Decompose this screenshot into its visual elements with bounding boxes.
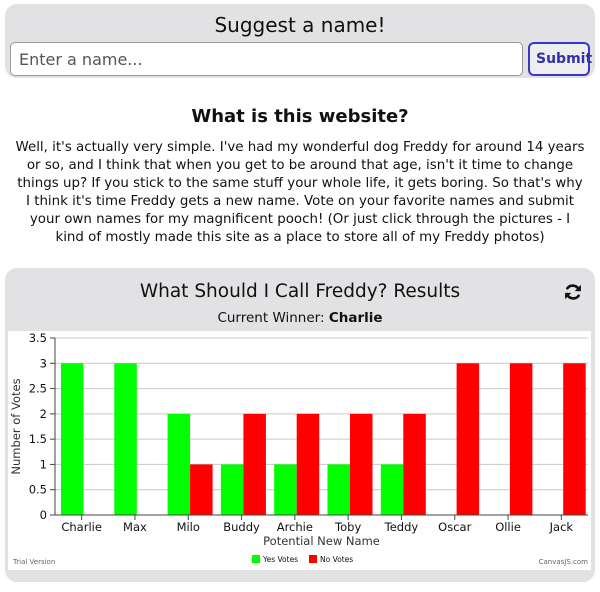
x-tick-label: Charlie — [61, 520, 102, 534]
refresh-icon[interactable] — [563, 282, 583, 302]
legend-swatch — [309, 555, 317, 563]
bar-yes-buddy — [220, 464, 244, 515]
bar-yes-charlie — [61, 363, 84, 515]
bar-yes-max — [114, 363, 137, 515]
bar-no-toby — [350, 413, 373, 515]
canvasjs-credit: CanvasJS.com — [539, 558, 589, 566]
winner-name: Charlie — [328, 310, 383, 326]
x-tick-label: Toby — [334, 520, 361, 534]
about-text: Well, it's actually very simple. I've ha… — [15, 140, 585, 245]
results-title: What Should I Call Freddy? Results — [139, 281, 461, 302]
bar-no-teddy — [403, 413, 426, 515]
y-tick-label: 2.5 — [29, 382, 47, 396]
bar-no-oscar — [456, 363, 480, 515]
bar-no-jack — [563, 363, 586, 515]
votes-chart: 0 0.5 1 1.5 2 2.5 3 3.5 Charlie Max Milo Buddy Archi… — [8, 331, 591, 570]
y-tick-label: 2 — [40, 407, 47, 421]
y-tick-label: 1 — [40, 457, 47, 471]
x-tick-label: Teddy — [384, 520, 419, 534]
suggest-panel: Suggest a name! Submit — [5, 4, 595, 78]
x-tick-label: Archie — [277, 520, 313, 534]
legend-label: Yes Votes — [262, 555, 298, 564]
legend-label: No Votes — [320, 555, 353, 564]
bar-yes-archie — [274, 464, 297, 515]
y-tick-label: 0.5 — [29, 483, 47, 497]
x-tick-label: Jack — [549, 520, 574, 534]
results-panel: What Should I Call Freddy? Results Curre… — [5, 268, 595, 582]
name-input[interactable] — [10, 42, 523, 76]
bar-yes-milo — [167, 413, 191, 515]
x-tick-label: Oscar — [438, 520, 471, 534]
winner-label: Current Winner: — [217, 310, 325, 326]
y-tick-label: 3 — [40, 356, 47, 370]
x-tick-label: Max — [123, 520, 147, 534]
bar-yes-teddy — [380, 464, 404, 515]
submit-button[interactable]: Submit — [528, 42, 592, 76]
bar-yes-toby — [327, 464, 350, 515]
current-winner: Current Winner: Charlie — [5, 310, 595, 326]
y-tick-label: 1.5 — [29, 432, 47, 446]
x-tick-label: Buddy — [223, 520, 260, 534]
chart-canvas: 0 0.5 1 1.5 2 2.5 3 3.5 Charlie Max Milo Buddy Archi… — [9, 331, 589, 566]
y-tick-label: 3.5 — [29, 331, 47, 345]
legend-swatch — [252, 555, 260, 563]
trial-version-label: Trial Version — [12, 558, 55, 566]
x-axis-title: Potential New Name — [263, 534, 380, 548]
x-tick-label: Ollie — [495, 520, 521, 534]
suggest-title: Suggest a name! — [214, 13, 386, 37]
about-title: What is this website? — [191, 106, 409, 127]
bar-no-milo — [190, 464, 213, 515]
x-tick-label: Milo — [177, 520, 200, 534]
bar-no-buddy — [243, 413, 266, 515]
bar-no-ollie — [509, 363, 533, 515]
y-axis-title: Number of Votes — [9, 378, 23, 474]
y-tick-label: 0 — [40, 508, 47, 522]
bar-no-archie — [296, 413, 320, 515]
